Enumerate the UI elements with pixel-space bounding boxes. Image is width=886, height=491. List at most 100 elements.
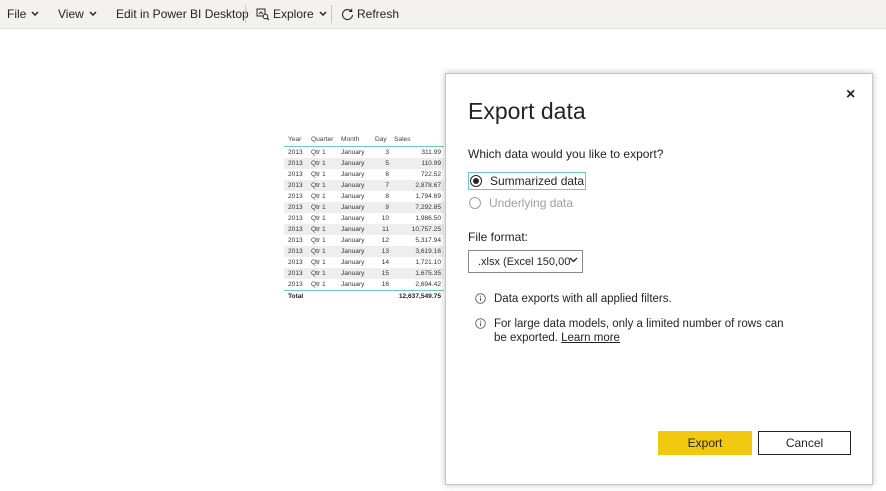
info-large-models-block: For large data models, only a limited nu… — [494, 317, 795, 345]
cell-sales: 5,317.94 — [415, 237, 441, 244]
chevron-down-icon — [31, 11, 39, 17]
table-row[interactable]: 2013 Qtr 1 January 8 1,794.69 — [284, 191, 444, 202]
cell-day: 15 — [381, 270, 389, 277]
cell-day: 7 — [385, 182, 389, 189]
cell-sales: 311.99 — [421, 149, 441, 156]
cell-year: 2013 — [288, 215, 303, 222]
column-header-year[interactable]: Year — [284, 136, 307, 143]
cell-day: 5 — [385, 160, 389, 167]
underlying-data-label: Underlying data — [489, 196, 574, 210]
refresh-button[interactable]: Refresh — [341, 0, 399, 28]
cell-sales: 3,619.16 — [415, 248, 441, 255]
cell-quarter: Qtr 1 — [311, 160, 326, 167]
total-value: 12,637,549.75 — [398, 293, 441, 300]
file-format-select[interactable]: .xlsx (Excel 150,000-row max) — [468, 250, 583, 273]
cell-month: January — [341, 226, 365, 233]
edit-in-desktop-label: Edit in Power BI Desktop — [116, 7, 249, 21]
table-header-row: Year Quarter Month Day Sales — [284, 133, 444, 147]
edit-in-desktop-button[interactable]: Edit in Power BI Desktop — [116, 0, 249, 28]
cell-quarter: Qtr 1 — [311, 204, 326, 211]
chevron-down-icon — [569, 257, 578, 263]
column-header-quarter[interactable]: Quarter — [307, 136, 337, 143]
cell-sales: 2,694.42 — [415, 281, 441, 288]
table-row[interactable]: 2013 Qtr 1 January 11 10,757.25 — [284, 224, 444, 235]
table-visual[interactable]: Year Quarter Month Day Sales 2013 Qtr 1 Ja… — [284, 133, 444, 302]
table-row[interactable]: 2013 Qtr 1 January 3 311.99 — [284, 147, 444, 158]
cell-month: January — [341, 193, 365, 200]
cell-year: 2013 — [288, 193, 303, 200]
refresh-label: Refresh — [357, 7, 400, 21]
cell-month: January — [341, 171, 365, 178]
cell-quarter: Qtr 1 — [311, 237, 326, 244]
cell-quarter: Qtr 1 — [311, 270, 326, 277]
radio-selected-icon[interactable] — [470, 175, 482, 187]
cell-quarter: Qtr 1 — [311, 281, 326, 288]
cell-year: 2013 — [288, 237, 303, 244]
cell-day: 9 — [385, 204, 389, 211]
column-header-day[interactable]: Day — [371, 136, 392, 143]
chevron-down-icon — [89, 11, 97, 17]
cell-month: January — [341, 259, 365, 266]
table-row[interactable]: 2013 Qtr 1 January 15 1,675.35 — [284, 268, 444, 279]
cell-sales: 110.99 — [421, 160, 441, 167]
summarized-data-option[interactable]: Summarized data — [468, 172, 587, 190]
cell-day: 3 — [385, 149, 389, 156]
table-row[interactable]: 2013 Qtr 1 January 13 3,619.16 — [284, 246, 444, 257]
table-row[interactable]: 2013 Qtr 1 January 14 1,721.10 — [284, 257, 444, 268]
cell-quarter: Qtr 1 — [311, 149, 326, 156]
cell-year: 2013 — [288, 204, 303, 211]
file-format-value: .xlsx (Excel 150,000-row max) — [478, 255, 571, 268]
underlying-data-option: Underlying data — [468, 196, 573, 210]
close-icon[interactable]: × — [846, 86, 855, 104]
cell-quarter: Qtr 1 — [311, 248, 326, 255]
table-row[interactable]: 2013 Qtr 1 January 10 1,986.50 — [284, 213, 444, 224]
cell-sales: 1,675.35 — [415, 270, 441, 277]
table-row[interactable]: 2013 Qtr 1 January 7 2,878.67 — [284, 180, 444, 191]
cell-quarter: Qtr 1 — [311, 171, 326, 178]
explore-menu-label: Explore — [273, 7, 314, 21]
cell-month: January — [341, 182, 365, 189]
export-button[interactable]: Export — [658, 431, 752, 455]
cell-month: January — [341, 281, 365, 288]
info-large-models-text: For large data models, only a limited nu… — [494, 318, 784, 344]
file-menu[interactable]: File — [7, 0, 39, 28]
cancel-button[interactable]: Cancel — [758, 431, 851, 455]
cell-year: 2013 — [288, 270, 303, 277]
explore-menu[interactable]: Explore — [256, 0, 327, 28]
cell-year: 2013 — [288, 149, 303, 156]
cell-quarter: Qtr 1 — [311, 226, 326, 233]
cell-sales: 1,794.69 — [415, 193, 441, 200]
cell-sales: 1,721.10 — [415, 259, 441, 266]
file-menu-label: File — [7, 7, 27, 21]
table-row[interactable]: 2013 Qtr 1 January 16 2,694.42 — [284, 279, 444, 290]
table-total-row: Total 12,637,549.75 — [284, 290, 444, 302]
chevron-down-icon — [319, 11, 327, 17]
cell-day: 14 — [381, 259, 389, 266]
info-icon — [475, 318, 486, 329]
cell-quarter: Qtr 1 — [311, 193, 326, 200]
view-menu[interactable]: View — [58, 0, 97, 28]
info-icon — [475, 293, 486, 304]
cell-year: 2013 — [288, 171, 303, 178]
cell-year: 2013 — [288, 160, 303, 167]
column-header-month[interactable]: Month — [337, 136, 371, 143]
summarized-data-label: Summarized data — [490, 174, 585, 188]
learn-more-link[interactable]: Learn more — [561, 332, 620, 344]
table-row[interactable]: 2013 Qtr 1 January 12 5,317.94 — [284, 235, 444, 246]
table-row[interactable]: 2013 Qtr 1 January 9 7,292.85 — [284, 202, 444, 213]
cell-year: 2013 — [288, 248, 303, 255]
table-row[interactable]: 2013 Qtr 1 January 5 110.99 — [284, 158, 444, 169]
cell-sales: 2,878.67 — [415, 182, 441, 189]
cell-year: 2013 — [288, 226, 303, 233]
cell-quarter: Qtr 1 — [311, 182, 326, 189]
cell-sales: 10,757.25 — [411, 226, 441, 233]
column-header-sales[interactable]: Sales — [392, 136, 444, 143]
cell-month: January — [341, 215, 365, 222]
cell-month: January — [341, 270, 365, 277]
cell-quarter: Qtr 1 — [311, 259, 326, 266]
cell-year: 2013 — [288, 182, 303, 189]
radio-disabled-icon — [469, 197, 481, 209]
table-row[interactable]: 2013 Qtr 1 January 6 722.52 — [284, 169, 444, 180]
cell-day: 10 — [381, 215, 389, 222]
export-data-dialog: × Export data Which data would you like … — [445, 73, 873, 485]
